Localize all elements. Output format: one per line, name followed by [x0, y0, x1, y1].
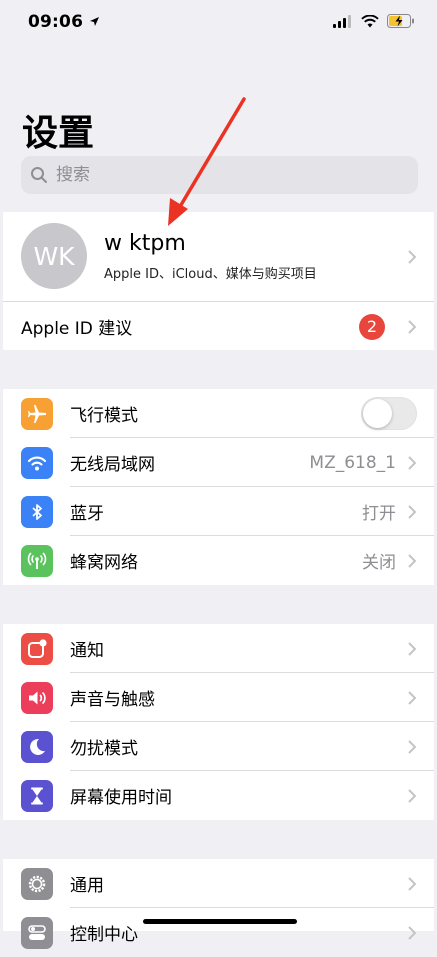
toggle-knob — [363, 399, 392, 428]
bluetooth-icon — [21, 495, 53, 528]
settings-row-cellular[interactable]: 蜂窝网络 关闭 — [3, 536, 434, 585]
gear-icon — [21, 867, 53, 900]
notifications-icon — [21, 632, 53, 665]
bluetooth-label: 蓝牙 — [70, 504, 104, 524]
chevron-right-icon — [408, 876, 416, 891]
sounds-label: 声音与触感 — [70, 690, 155, 710]
bluetooth-value: 打开 — [362, 504, 396, 524]
cellular-value: 关闭 — [362, 553, 396, 573]
airplane-mode-toggle[interactable] — [361, 397, 417, 430]
chevron-right-icon — [408, 504, 416, 519]
wifi-icon — [21, 446, 53, 479]
settings-row-wifi[interactable]: 无线局域网 MZ_618_1 — [3, 438, 434, 487]
settings-row-notifications[interactable]: 通知 — [3, 624, 434, 673]
location-icon — [90, 17, 100, 26]
chevron-right-icon — [408, 925, 416, 940]
moon-icon — [21, 730, 53, 763]
sound-icon — [21, 681, 53, 714]
chevron-right-icon — [408, 319, 416, 334]
avatar: WK — [21, 223, 87, 289]
chevron-right-icon — [408, 788, 416, 803]
profile-group: WK w ktpm Apple ID、iCloud、媒体与购买项目 Apple … — [3, 212, 434, 350]
settings-row-bluetooth[interactable]: 蓝牙 打开 — [3, 487, 434, 536]
settings-row-control-center[interactable]: 控制中心 — [3, 908, 434, 957]
settings-row-airplane[interactable]: 飞行模式 — [3, 389, 434, 438]
notifications-group: 通知 声音与触感 勿扰模式 屏幕使用时间 — [3, 624, 434, 820]
chevron-right-icon — [408, 739, 416, 754]
status-bar: 09:06 — [0, 0, 437, 46]
control-center-label: 控制中心 — [70, 925, 138, 945]
notifications-label: 通知 — [70, 641, 104, 661]
chevron-right-icon — [408, 455, 416, 470]
page-title: 设置 — [22, 113, 95, 154]
wifi-label: 无线局域网 — [70, 455, 155, 475]
apple-id-profile-row[interactable]: WK w ktpm Apple ID、iCloud、媒体与购买项目 — [3, 212, 434, 301]
chevron-right-icon — [408, 641, 416, 656]
settings-row-sounds[interactable]: 声音与触感 — [3, 673, 434, 722]
chevron-right-icon — [408, 553, 416, 568]
wifi-value: MZ_618_1 — [309, 452, 396, 473]
chevron-right-icon — [408, 690, 416, 705]
home-indicator — [143, 919, 297, 924]
do-not-disturb-label: 勿扰模式 — [70, 739, 138, 759]
status-time: 09:06 — [28, 12, 100, 32]
chevron-right-icon — [408, 249, 416, 264]
profile-name: w ktpm — [104, 231, 186, 256]
connectivity-group: 飞行模式 无线局域网 MZ_618_1 蓝牙 打开 蜂窝网络 关闭 — [3, 389, 434, 585]
apple-id-suggestion-label: Apple ID 建议 — [21, 319, 133, 339]
notification-badge: 2 — [359, 313, 385, 340]
airplane-label: 飞行模式 — [70, 406, 138, 426]
search-icon — [31, 167, 47, 183]
hourglass-icon — [21, 779, 53, 812]
control-center-icon — [21, 916, 53, 949]
status-icons — [333, 14, 415, 28]
cellular-icon — [21, 544, 53, 577]
settings-row-general[interactable]: 通用 — [3, 859, 434, 908]
cellular-label: 蜂窝网络 — [70, 553, 138, 573]
screen-time-label: 屏幕使用时间 — [70, 788, 172, 808]
profile-subtitle: Apple ID、iCloud、媒体与购买项目 — [104, 267, 317, 282]
general-label: 通用 — [70, 876, 104, 896]
search-bar[interactable] — [21, 156, 418, 194]
wifi-status-icon — [361, 14, 379, 27]
airplane-icon — [21, 397, 53, 430]
settings-row-do-not-disturb[interactable]: 勿扰模式 — [3, 722, 434, 771]
search-input[interactable] — [54, 164, 378, 186]
battery-charging-icon — [387, 14, 414, 28]
signal-icon — [333, 14, 351, 28]
settings-row-screen-time[interactable]: 屏幕使用时间 — [3, 771, 434, 820]
apple-id-suggestion-row[interactable]: Apple ID 建议 2 — [3, 302, 434, 351]
